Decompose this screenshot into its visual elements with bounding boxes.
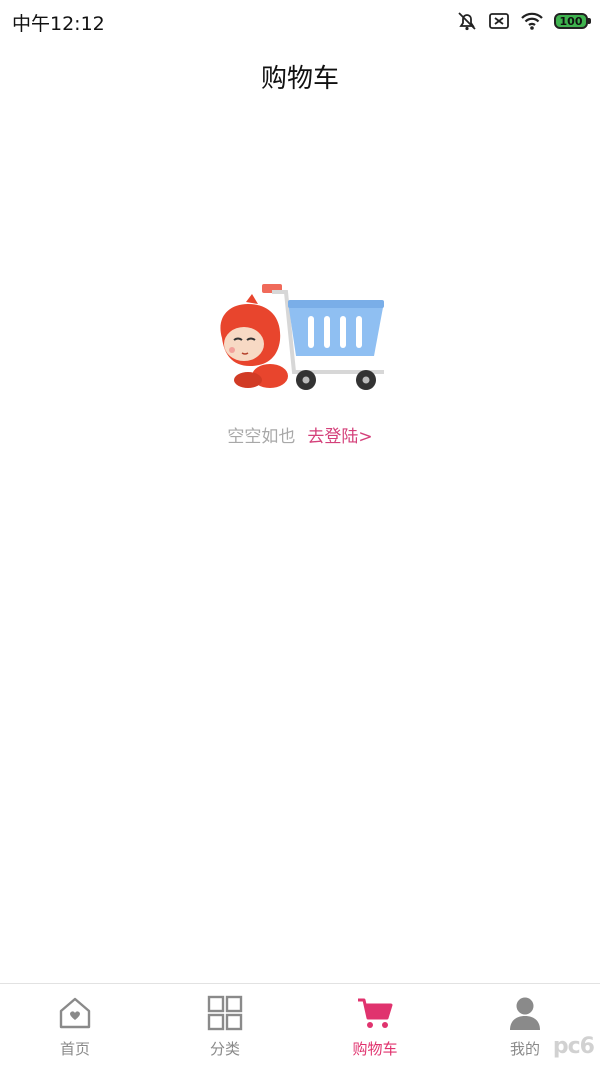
nav-item-home[interactable]: 首页 xyxy=(0,984,150,1068)
status-time: 中午12:12 xyxy=(12,13,105,35)
battery-indicator: 100 xyxy=(554,13,591,29)
battery-level: 100 xyxy=(559,14,583,28)
person-icon xyxy=(510,997,540,1030)
nav-label-category: 分类 xyxy=(209,1040,240,1058)
nav-label-home: 首页 xyxy=(59,1040,90,1058)
home-heart-icon xyxy=(59,997,91,1029)
empty-state: 空空如也 去登陆> xyxy=(0,422,600,447)
nav-item-cart[interactable]: 购物车 xyxy=(300,984,450,1068)
bottom-nav: 首页 分类 购物车 我的 xyxy=(0,983,600,1068)
page-title: 购物车 xyxy=(260,64,339,94)
wifi-icon xyxy=(521,12,543,30)
grid-icon xyxy=(207,995,243,1031)
nav-item-category[interactable]: 分类 xyxy=(150,984,300,1068)
status-bar: 中午12:12 100 xyxy=(0,0,600,42)
login-link[interactable]: 去登陆> xyxy=(307,427,372,447)
no-sim-icon xyxy=(489,13,509,29)
watermark: pc6 xyxy=(552,1034,595,1059)
mute-bell-icon xyxy=(458,12,476,31)
status-icons: 100 xyxy=(456,8,591,34)
nav-label-profile: 我的 xyxy=(509,1040,540,1058)
empty-cart-illustration xyxy=(220,284,384,390)
cart-icon xyxy=(358,998,393,1028)
empty-message: 空空如也 xyxy=(227,427,296,447)
nav-label-cart: 购物车 xyxy=(352,1040,398,1058)
